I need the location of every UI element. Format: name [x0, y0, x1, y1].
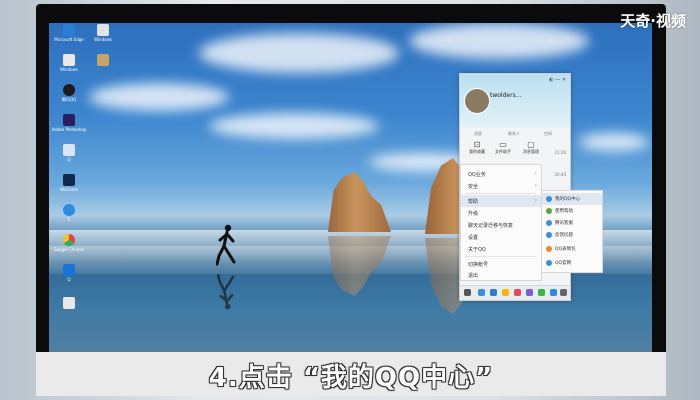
windows-icon — [63, 54, 75, 66]
minimize-icon[interactable]: — — [555, 77, 560, 83]
qq-penguin-icon — [63, 84, 75, 96]
qq-main-menu: QQ业务 › 安全 › 帮助 › 升级 聊天记录迁移与恢复 设置 关于QQ 切换… — [460, 164, 542, 281]
app-icon[interactable] — [550, 289, 557, 296]
desktop-icon-q[interactable]: Q — [51, 144, 87, 162]
qq-bottom-bar — [460, 285, 570, 300]
app-icon[interactable] — [538, 289, 545, 296]
chat-icon: ▢ — [527, 140, 535, 149]
submenu-item-feedback[interactable]: 反馈问题 — [542, 229, 602, 241]
watermark-logo: 天奇·视频 — [620, 12, 686, 30]
desktop-icon-misc[interactable] — [51, 297, 87, 310]
menu-divider — [465, 256, 537, 257]
chevron-right-icon: › — [534, 182, 537, 189]
file-assistant-button[interactable]: ▭ 文件助手 — [488, 140, 518, 155]
qq-toolbar: ⊡ 我的收藏 ▭ 文件助手 ▢ 消息管理 — [460, 138, 570, 160]
service-icon — [546, 220, 552, 226]
app-icon[interactable] — [514, 289, 521, 296]
nickname: twolders... — [490, 92, 522, 99]
submenu-item-emoji[interactable]: QQ表情包 — [542, 243, 602, 255]
chrome-icon — [63, 234, 75, 246]
desktop-icon-q2[interactable]: Q — [51, 264, 87, 282]
cloud — [199, 33, 399, 73]
game-icon[interactable] — [526, 289, 533, 296]
menu-item-chat-migration[interactable]: 聊天记录迁移与恢复 — [461, 219, 541, 231]
desktop-icon-windows[interactable]: Windows — [51, 54, 87, 72]
rock-formation — [328, 172, 391, 232]
caption-text: 4.点击 “我的QQ中心” — [208, 363, 494, 393]
caption-bar: 4.点击 “我的QQ中心” — [36, 352, 666, 396]
cloud — [409, 23, 589, 59]
menu-divider — [465, 193, 537, 194]
desktop-icon-e[interactable]: E — [51, 204, 87, 222]
desktop-icon-folder[interactable] — [85, 54, 121, 67]
wegame-icon — [63, 174, 75, 186]
app-icon[interactable] — [502, 289, 509, 296]
desktop-icon-wegame[interactable]: WeGame — [51, 174, 87, 192]
menu-item-security[interactable]: 安全 › — [461, 180, 541, 192]
qq-header: ◐ — ✕ twolders... — [460, 74, 570, 128]
folder-icon: ▭ — [499, 140, 507, 149]
chevron-right-icon: › — [534, 170, 537, 177]
desktop-icon-edge[interactable]: Microsoft Edge — [51, 24, 87, 42]
qq-tabs: 消息 联系人 空间 — [460, 128, 570, 138]
document-icon — [97, 24, 109, 36]
app-icon[interactable] — [560, 289, 567, 296]
submenu-item-usage-help[interactable]: 使用帮助 — [542, 205, 602, 217]
menu-item-upgrade[interactable]: 升级 — [461, 207, 541, 219]
browser-icon — [63, 204, 75, 216]
cloud — [579, 133, 649, 151]
menu-item-exit[interactable]: 退出 — [461, 269, 541, 281]
edge-icon — [63, 24, 75, 36]
desktop-icon-qq[interactable]: 腾讯QQ — [51, 84, 87, 102]
help-icon — [546, 208, 552, 214]
menu-item-about[interactable]: 关于QQ — [461, 243, 541, 255]
desktop-icon-photoshop[interactable]: Adobe Photoshop — [51, 114, 87, 132]
cloud — [89, 83, 229, 111]
desktop-icon-column: Microsoft Edge Windows 腾讯QQ Adobe Photos… — [49, 23, 89, 355]
tab-contacts[interactable]: 联系人 — [508, 131, 520, 137]
folder-icon — [97, 54, 109, 66]
runner-reflection — [216, 273, 235, 310]
globe-icon — [546, 260, 552, 266]
photoshop-icon — [63, 114, 75, 126]
desktop-icon-chrome[interactable]: Google Chrome — [51, 234, 87, 252]
message-time: 21:26 — [554, 150, 566, 155]
desktop-icon-windows-2[interactable]: Windows — [85, 24, 121, 42]
submenu-item-customer-service[interactable]: 腾讯客服 — [542, 217, 602, 229]
submenu-item-my-qq-center[interactable]: 我的QQ中心 — [542, 193, 602, 205]
app-icon — [63, 297, 75, 309]
submenu-item-official-site[interactable]: QQ官网 — [542, 257, 602, 269]
message-time: 20:44 — [554, 172, 566, 177]
menu-item-settings[interactable]: 设置 — [461, 231, 541, 243]
tab-messages[interactable]: 消息 — [474, 131, 482, 137]
window-controls: ◐ — ✕ — [549, 77, 566, 83]
avatar[interactable] — [464, 88, 490, 114]
skin-icon[interactable]: ◐ — [549, 77, 553, 83]
menu-item-help[interactable]: 帮助 › — [461, 195, 541, 207]
app-icon[interactable] — [490, 289, 497, 296]
app-icon[interactable] — [478, 289, 485, 296]
cloud — [209, 113, 379, 139]
menu-item-qq-business[interactable]: QQ业务 › — [461, 168, 541, 180]
help-submenu: 我的QQ中心 使用帮助 腾讯客服 反馈问题 QQ表情包 QQ官网 — [541, 190, 603, 273]
main-menu-icon[interactable] — [464, 289, 471, 296]
feedback-icon — [546, 232, 552, 238]
app-icon — [63, 264, 75, 276]
close-icon[interactable]: ✕ — [562, 77, 566, 83]
qq-center-icon — [546, 196, 552, 202]
chevron-right-icon: › — [534, 197, 537, 204]
message-manager-button[interactable]: ▢ 消息管理 — [516, 140, 546, 155]
runner-silhouette — [216, 224, 236, 266]
tab-space[interactable]: 空间 — [544, 131, 552, 137]
emoji-icon — [546, 246, 552, 252]
app-icon — [63, 144, 75, 156]
